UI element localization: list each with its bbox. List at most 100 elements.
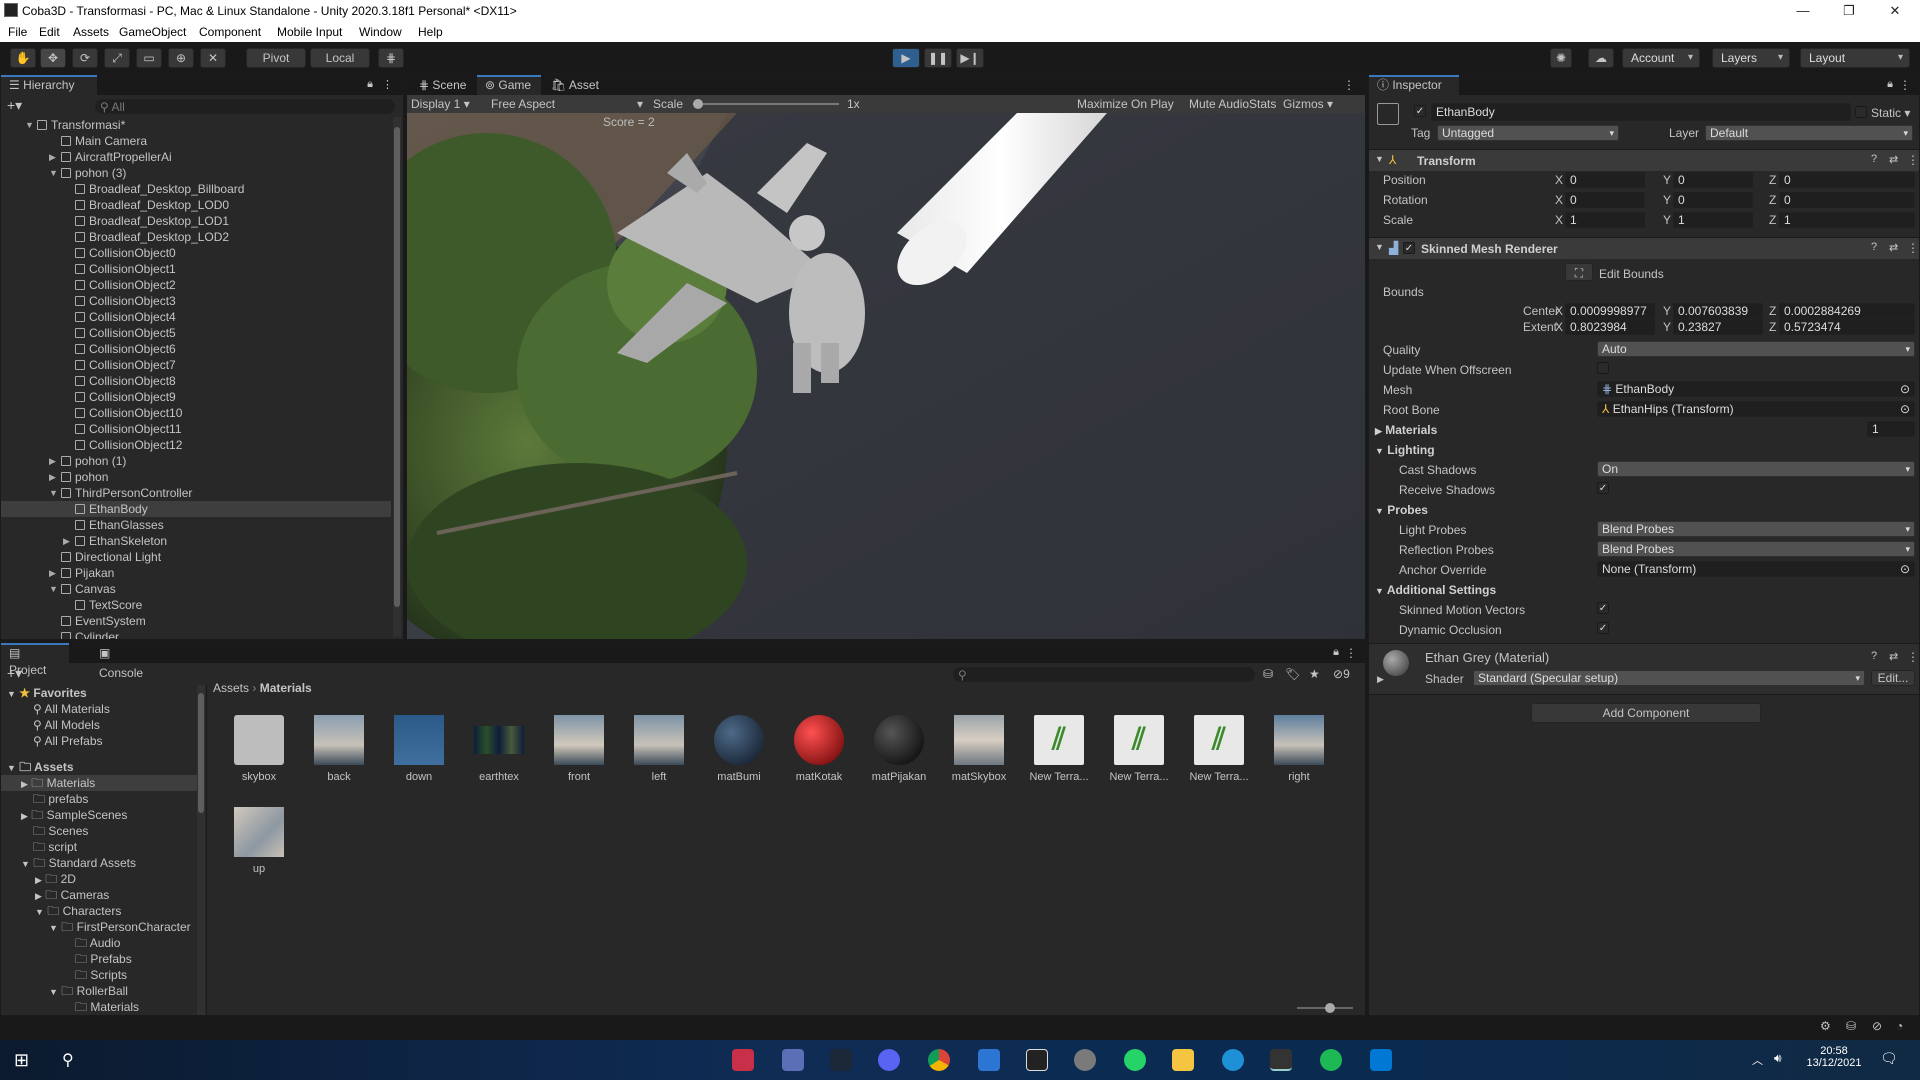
- filter-label-icon[interactable]: 🏷︎: [1285, 667, 1300, 681]
- folder-item[interactable]: ▼ 🗀 RollerBall: [49, 983, 128, 999]
- position-z[interactable]: 0: [1779, 172, 1915, 188]
- asset-item[interactable]: ⫽ New Terra...: [1027, 715, 1091, 783]
- tree-item[interactable]: CollisionObject2: [75, 277, 176, 293]
- asset-item[interactable]: back: [307, 715, 371, 783]
- asset-item[interactable]: front: [547, 715, 611, 783]
- tree-item[interactable]: CollisionObject12: [75, 437, 182, 453]
- scale-x[interactable]: 1: [1565, 212, 1645, 228]
- dynamic-occlusion-checkbox[interactable]: ✓: [1597, 622, 1609, 634]
- folder-item[interactable]: ▼ 🗀 Standard Assets: [21, 855, 136, 871]
- scale-tool-icon[interactable]: ⤢: [104, 48, 130, 68]
- tab-hierarchy[interactable]: ☰ Hierarchy: [1, 75, 97, 95]
- unity-taskbar-icon[interactable]: [1270, 1049, 1292, 1071]
- object-picker-icon[interactable]: ⊙: [1900, 402, 1910, 416]
- lock-icon[interactable]: 🔒︎: [1333, 646, 1339, 659]
- tree-item[interactable]: Broadleaf_Desktop_LOD0: [75, 197, 229, 213]
- tree-item[interactable]: EventSystem: [61, 613, 146, 629]
- extent-z[interactable]: 0.5723474: [1779, 319, 1915, 335]
- add-icon[interactable]: +▾: [7, 97, 22, 114]
- center-z[interactable]: 0.0002884269: [1779, 303, 1915, 319]
- vscode-icon[interactable]: [1370, 1049, 1392, 1071]
- lock-icon[interactable]: 🔒︎: [1887, 78, 1893, 91]
- step-button[interactable]: ▶❙: [956, 48, 984, 68]
- tree-item-pohon-1[interactable]: ▶ pohon (1): [49, 453, 126, 469]
- menu-edit[interactable]: Edit: [39, 25, 60, 39]
- tree-item[interactable]: CollisionObject1: [75, 261, 176, 277]
- grid-snap-icon[interactable]: ⋕: [378, 48, 404, 68]
- extent-y[interactable]: 0.23827: [1673, 319, 1763, 335]
- transform-header[interactable]: ▼ ⅄ Transform ? ⇄ ⋮: [1369, 149, 1919, 171]
- anchor-override-field[interactable]: None (Transform) ⊙: [1597, 561, 1915, 577]
- pivot-toggle[interactable]: Pivot: [246, 48, 306, 68]
- more-icon[interactable]: ⋮: [1343, 78, 1355, 92]
- folder-materials-selected[interactable]: ▶ 🗀 Materials: [1, 775, 199, 791]
- menu-component[interactable]: Component: [199, 25, 261, 39]
- edit-bounds-button[interactable]: ⛶: [1565, 263, 1593, 281]
- folder-item[interactable]: 🗀 prefabs: [33, 791, 88, 807]
- tree-item[interactable]: CollisionObject5: [75, 325, 176, 341]
- tree-item[interactable]: CollisionObject10: [75, 405, 182, 421]
- folder-item[interactable]: ▼ 🗀 FirstPersonCharacter: [49, 919, 191, 935]
- smr-header[interactable]: ▼ ▟ ✓ Skinned Mesh Renderer ? ⇄ ⋮: [1369, 237, 1919, 259]
- custom-tool-icon[interactable]: ✕: [200, 48, 226, 68]
- more-icon[interactable]: ⋮: [1907, 650, 1919, 664]
- more-icon[interactable]: ⋮: [382, 78, 393, 91]
- tree-item[interactable]: CollisionObject7: [75, 357, 176, 373]
- preset-icon[interactable]: ⇄: [1889, 650, 1898, 663]
- asset-item[interactable]: skybox: [227, 715, 291, 783]
- lighting-foldout[interactable]: ▼ Lighting: [1375, 443, 1435, 457]
- help-icon[interactable]: ?: [1871, 650, 1877, 662]
- discord-icon[interactable]: [878, 1049, 900, 1071]
- file-explorer-icon[interactable]: [1172, 1049, 1194, 1071]
- notification-icon[interactable]: 🗨︎: [1880, 1050, 1898, 1067]
- settings-icon[interactable]: [1074, 1049, 1096, 1071]
- project-search-input[interactable]: ⚲: [953, 667, 1255, 682]
- materials-foldout[interactable]: ▶ Materials: [1375, 423, 1437, 437]
- rotate-tool-icon[interactable]: ⟳: [72, 48, 98, 68]
- tree-item-transformasi[interactable]: ▼ Transformasi*: [25, 117, 125, 133]
- tab-game[interactable]: ⊚ Game: [477, 75, 541, 95]
- object-picker-icon[interactable]: ⊙: [1900, 382, 1910, 396]
- lock-icon[interactable]: 🔒︎: [367, 78, 373, 91]
- stats-toggle[interactable]: Stats: [1249, 97, 1276, 111]
- favorites-header[interactable]: ▼ ★ Favorites: [7, 685, 87, 701]
- gizmos-dropdown[interactable]: Gizmos ▾: [1283, 97, 1333, 111]
- scale-y[interactable]: 1: [1673, 212, 1753, 228]
- light-probes-dropdown[interactable]: Blend Probes: [1597, 521, 1915, 537]
- update-offscreen-checkbox[interactable]: [1597, 362, 1609, 374]
- progress-icon[interactable]: ◔: [1896, 1019, 1903, 1033]
- app-icon-vivaldi[interactable]: [732, 1049, 754, 1071]
- menu-help[interactable]: Help: [418, 25, 443, 39]
- asset-item[interactable]: ⫽ New Terra...: [1107, 715, 1171, 783]
- center-y[interactable]: 0.007603839: [1673, 303, 1763, 319]
- preset-icon[interactable]: ⇄: [1889, 153, 1898, 166]
- root-bone-field[interactable]: ⅄ EthanHips (Transform) ⊙: [1597, 401, 1915, 417]
- foldout-arrow-icon[interactable]: ▶: [1377, 674, 1384, 685]
- app-icon-paint[interactable]: [782, 1049, 804, 1071]
- asset-item[interactable]: right: [1267, 715, 1331, 783]
- mute-audio-toggle[interactable]: Mute Audio: [1189, 97, 1249, 111]
- menu-file[interactable]: File: [8, 25, 27, 39]
- chrome-icon[interactable]: [928, 1049, 950, 1071]
- tree-item[interactable]: ▼ Canvas: [49, 581, 116, 597]
- favorite-star-icon[interactable]: ★: [1309, 667, 1320, 681]
- help-icon[interactable]: ?: [1871, 153, 1877, 165]
- filter-type-icon[interactable]: ⛁: [1263, 667, 1273, 681]
- tree-item[interactable]: Cylinder: [61, 629, 119, 639]
- tree-item[interactable]: CollisionObject6: [75, 341, 176, 357]
- display-dropdown[interactable]: Display 1 ▾: [411, 97, 483, 111]
- tree-item-aircraft[interactable]: ▶ AircraftPropellerAi: [49, 149, 172, 165]
- tree-item-thirdperson[interactable]: ▼ ThirdPersonController: [49, 485, 192, 501]
- more-icon[interactable]: ⋮: [1899, 78, 1911, 92]
- aspect-dropdown[interactable]: Free Aspect ▾: [491, 97, 651, 111]
- rotation-y[interactable]: 0: [1673, 192, 1753, 208]
- spotify-icon[interactable]: [1320, 1049, 1342, 1071]
- steam-icon[interactable]: [830, 1049, 852, 1071]
- layers-dropdown[interactable]: Layers: [1712, 48, 1790, 68]
- account-dropdown[interactable]: Account: [1622, 48, 1700, 68]
- breadcrumb-assets[interactable]: Assets: [213, 681, 249, 695]
- asset-item[interactable]: matBumi: [707, 715, 771, 783]
- mute-icon[interactable]: ⊘: [1872, 1019, 1882, 1033]
- tree-item[interactable]: CollisionObject9: [75, 389, 176, 405]
- motion-vectors-checkbox[interactable]: ✓: [1597, 602, 1609, 614]
